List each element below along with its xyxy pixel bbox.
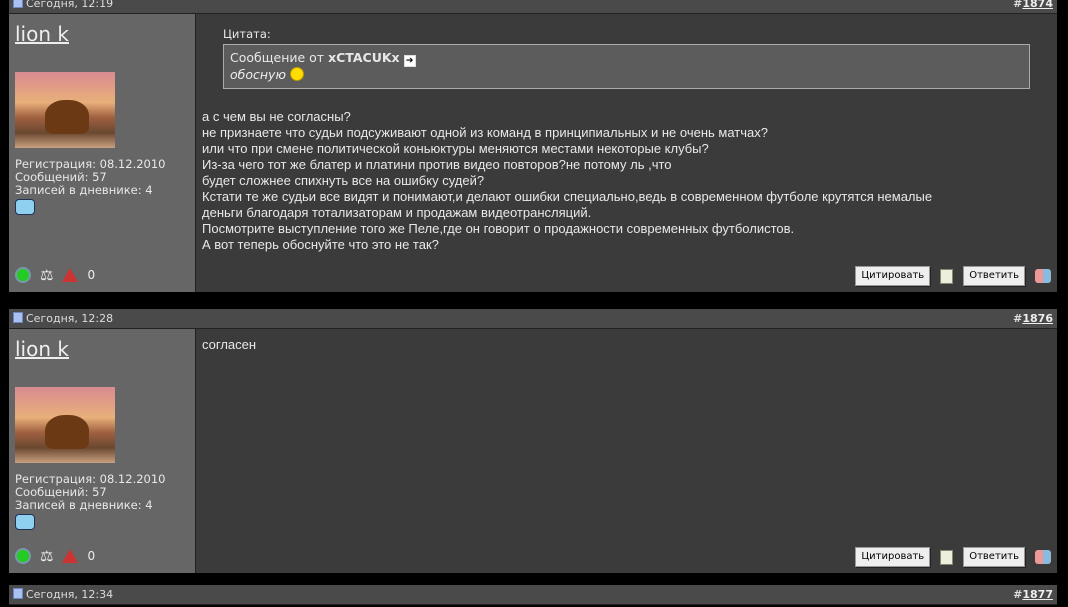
- album-icon[interactable]: [15, 514, 35, 530]
- pm-user-icon[interactable]: [1035, 269, 1051, 283]
- online-status-icon: [15, 267, 31, 283]
- post-header: Сегодня, 12:19 #1874: [9, 0, 1057, 14]
- post-content: Цитата: Сообщение от xCTACUKx ➔ обосную …: [196, 14, 1057, 292]
- avatar: [15, 72, 115, 148]
- post-1876: Сегодня, 12:28 #1876 lion k Регистрация:…: [9, 309, 1057, 573]
- post-date: Сегодня, 12:34: [26, 588, 114, 601]
- quote-text: обосную: [230, 67, 286, 82]
- user-info: lion k Регистрация: 08.12.2010 Сообщений…: [9, 329, 196, 573]
- quote-from: Сообщение от: [230, 50, 329, 65]
- post-number: #1876: [1013, 312, 1053, 325]
- post-number: #1874: [1013, 0, 1053, 10]
- username-link[interactable]: lion k: [15, 337, 189, 361]
- paperclip-icon: 0: [87, 549, 96, 563]
- diary-label: Записей в дневнике:: [15, 498, 146, 512]
- diary-label: Записей в дневнике:: [15, 183, 146, 197]
- message-text: а с чем вы не согласны? не признаете что…: [202, 109, 933, 252]
- post-link[interactable]: 1874: [1022, 0, 1053, 10]
- post-icon: [13, 312, 23, 323]
- post-content: согласен Цитировать Ответить: [196, 329, 1057, 573]
- multiquote-icon[interactable]: [940, 268, 954, 284]
- avatar: [15, 387, 115, 463]
- reply-button[interactable]: Ответить: [963, 266, 1025, 286]
- post-link[interactable]: 1877: [1022, 588, 1053, 601]
- smile-icon: [289, 67, 304, 81]
- quote-block: Сообщение от xCTACUKx ➔ обосную: [223, 44, 1030, 89]
- post-1877: Сегодня, 12:34 #1877: [9, 585, 1057, 605]
- quote-label: Цитата:: [223, 27, 271, 41]
- post-icon: [13, 588, 23, 599]
- diary-link[interactable]: 4: [145, 498, 152, 512]
- pm-user-icon[interactable]: [1035, 550, 1051, 564]
- post-number: #1877: [1013, 588, 1053, 601]
- message-text: согласен: [202, 337, 257, 352]
- report-icon[interactable]: [62, 268, 79, 282]
- multiquote-icon[interactable]: [940, 549, 954, 565]
- quote-button[interactable]: Цитировать: [855, 547, 931, 567]
- album-icon[interactable]: [15, 199, 35, 215]
- post-link[interactable]: 1876: [1022, 312, 1053, 325]
- user-info: lion k Регистрация: 08.12.2010 Сообщений…: [9, 14, 196, 292]
- post-header: Сегодня, 12:28 #1876: [9, 309, 1057, 329]
- post-icon: [13, 0, 23, 8]
- quote-author: xCTACUKx: [328, 50, 400, 65]
- username-link[interactable]: lion k: [15, 22, 189, 46]
- reply-button[interactable]: Ответить: [963, 547, 1025, 567]
- paperclip-icon: 0: [87, 268, 96, 282]
- post-date: Сегодня, 12:19: [26, 0, 114, 10]
- post-date: Сегодня, 12:28: [26, 312, 114, 325]
- reputation-icon[interactable]: ⚖: [40, 266, 53, 284]
- view-post-icon[interactable]: ➔: [403, 55, 416, 67]
- quote-button[interactable]: Цитировать: [855, 266, 931, 286]
- online-status-icon: [15, 548, 31, 564]
- reputation-icon[interactable]: ⚖: [40, 547, 53, 565]
- post-header: Сегодня, 12:34 #1877: [9, 585, 1057, 605]
- report-icon[interactable]: [62, 549, 79, 563]
- diary-link[interactable]: 4: [145, 183, 152, 197]
- post-1874: Сегодня, 12:19 #1874 lion k Регистрация:…: [9, 0, 1057, 292]
